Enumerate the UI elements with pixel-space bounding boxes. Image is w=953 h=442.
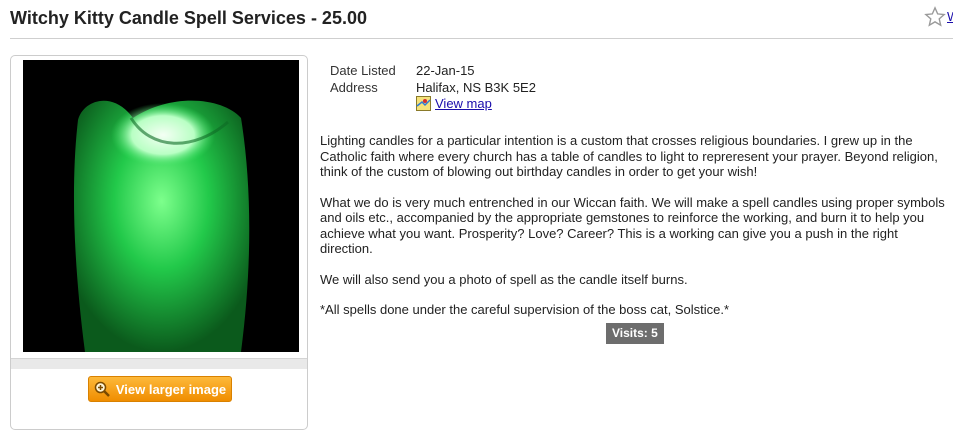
description-paragraph: *All spells done under the careful super… bbox=[320, 302, 730, 317]
magnifier-plus-icon bbox=[94, 381, 110, 397]
view-larger-image-button[interactable]: View larger image bbox=[88, 376, 232, 402]
view-map-link[interactable]: View map bbox=[435, 96, 492, 111]
address-value: Halifax, NS B3K 5E2 bbox=[416, 80, 536, 95]
photo-panel: View larger image bbox=[10, 55, 308, 430]
listing-photo[interactable] bbox=[23, 60, 299, 352]
listing-title: Witchy Kitty Candle Spell Services - 25.… bbox=[10, 8, 367, 28]
listing-details: Date Listed 22-Jan-15 Address Halifax, N… bbox=[330, 62, 536, 96]
description-paragraph: We will also send you a photo of spell a… bbox=[320, 271, 688, 287]
photo-separator bbox=[11, 358, 307, 369]
date-listed-value: 22-Jan-15 bbox=[416, 63, 475, 78]
map-icon bbox=[416, 96, 431, 111]
listing-description: Lighting candles for a particular intent… bbox=[320, 133, 950, 333]
watch-link[interactable]: W bbox=[947, 9, 953, 24]
view-map-row[interactable]: View map bbox=[416, 96, 492, 111]
description-paragraph: Lighting candles for a particular intent… bbox=[320, 133, 938, 179]
view-larger-image-label: View larger image bbox=[115, 381, 227, 397]
description-paragraph: What we do is very much entrenched in ou… bbox=[320, 194, 945, 257]
visits-badge: Visits: 5 bbox=[606, 323, 664, 344]
date-listed-label: Date Listed bbox=[330, 63, 396, 78]
title-divider bbox=[10, 38, 953, 39]
address-label: Address bbox=[330, 80, 378, 95]
watch-star-icon[interactable] bbox=[924, 6, 946, 28]
